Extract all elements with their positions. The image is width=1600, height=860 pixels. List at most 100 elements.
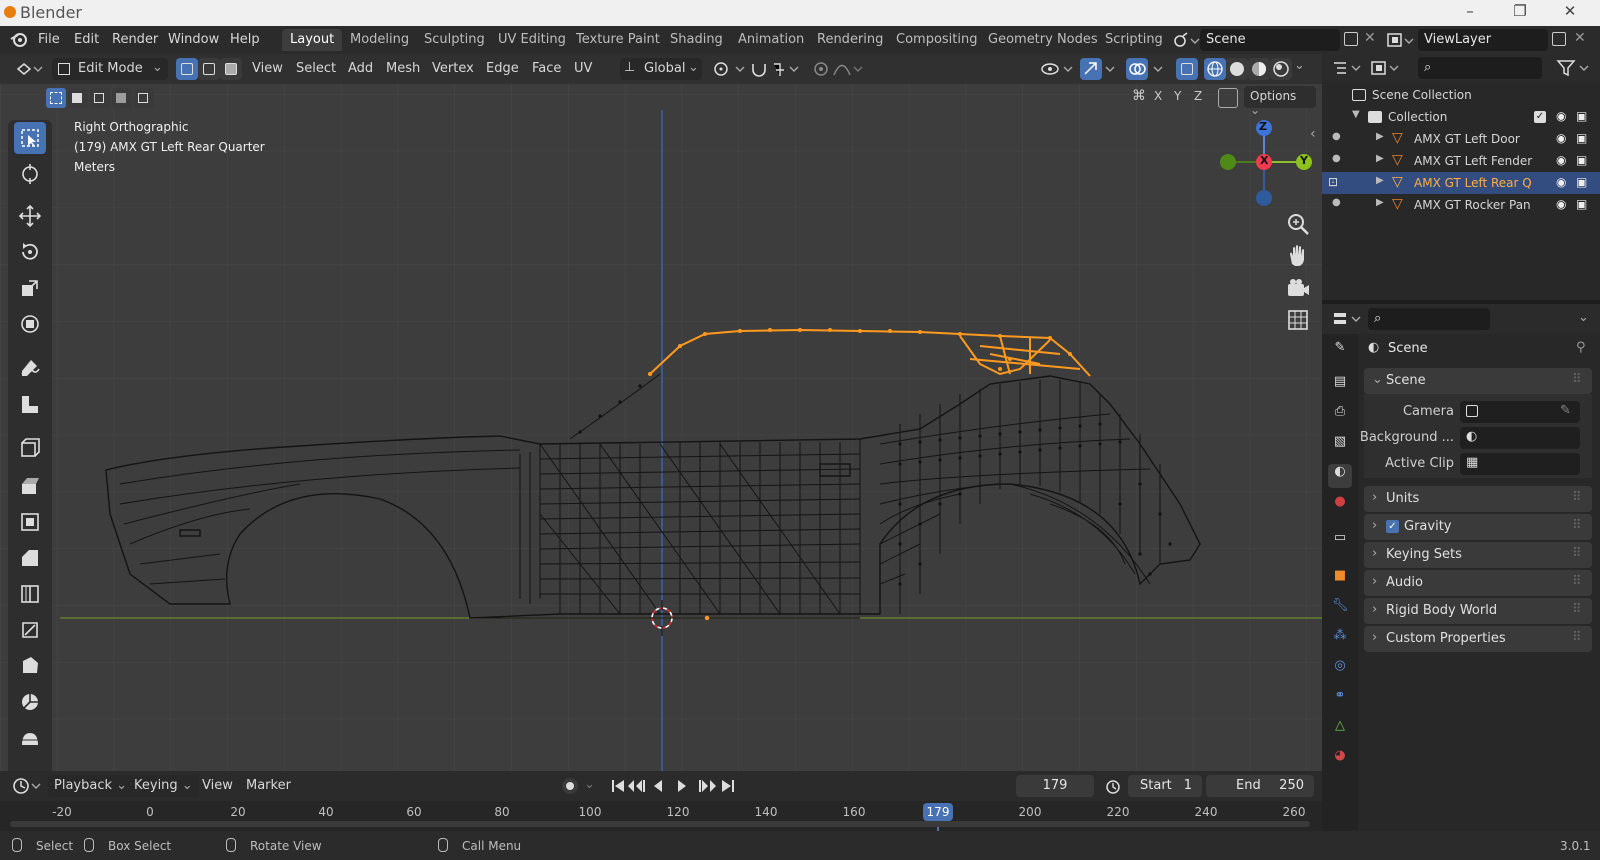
select-new-button[interactable]: [46, 88, 66, 108]
properties-editor-type-icon[interactable]: [1332, 310, 1362, 328]
snap-icon[interactable]: [750, 60, 806, 78]
auto-merge-icon[interactable]: [1218, 88, 1238, 108]
shading-wireframe-button[interactable]: [1204, 58, 1226, 80]
object-tab-icon[interactable]: ■: [1328, 568, 1352, 592]
xray-toggle-button[interactable]: [1176, 58, 1198, 80]
drag-handle-icon[interactable]: ⠿: [1572, 490, 1582, 505]
render-camera-icon[interactable]: ▣: [1576, 197, 1587, 211]
playback-menu[interactable]: Playback ⌄: [48, 775, 134, 797]
shading-solid-button[interactable]: [1226, 58, 1248, 80]
timeline-view-menu[interactable]: View: [196, 775, 239, 797]
drag-handle-icon[interactable]: ⠿: [1572, 518, 1582, 533]
bevel-tool[interactable]: [14, 542, 46, 574]
data-tab-icon[interactable]: △: [1328, 718, 1352, 742]
menu-file[interactable]: File: [38, 32, 60, 47]
add-cube-tool[interactable]: [14, 432, 46, 464]
mirror-z-toggle[interactable]: Z: [1194, 89, 1202, 103]
shading-options-chevron-icon[interactable]: ⌄: [1294, 58, 1305, 73]
mirror-x-toggle[interactable]: X: [1154, 89, 1162, 103]
drag-handle-icon[interactable]: ⠿: [1572, 574, 1582, 589]
visibility-eye-icon[interactable]: ◉: [1556, 175, 1566, 189]
end-frame-field[interactable]: End 250: [1206, 775, 1314, 797]
knife-tool[interactable]: [14, 614, 46, 646]
rigid-body-world-panel-header[interactable]: › Rigid Body World ⠿: [1364, 598, 1592, 624]
material-tab-icon[interactable]: ◕: [1328, 748, 1352, 772]
header-menu-vertex[interactable]: Vertex: [426, 58, 480, 80]
scene-tab-icon[interactable]: ◐: [1328, 464, 1352, 488]
delete-scene-icon[interactable]: ✕: [1364, 30, 1376, 46]
expand-arrow-icon[interactable]: ▶: [1376, 197, 1384, 208]
outliner-search-input[interactable]: ⌕: [1418, 57, 1542, 79]
outliner-row-object[interactable]: ● ▶ ▽ AMX GT Rocker Pan ◉ ▣: [1322, 194, 1600, 216]
header-menu-uv[interactable]: UV: [568, 58, 598, 80]
tab-texture-paint[interactable]: Texture Paint: [568, 29, 668, 51]
visibility-eye-icon[interactable]: ◉: [1556, 197, 1566, 211]
timeline-editor-type-icon[interactable]: [12, 777, 42, 795]
select-box-tool[interactable]: [14, 122, 46, 154]
delete-viewlayer-icon[interactable]: ✕: [1574, 30, 1586, 46]
visibility-eye-icon[interactable]: ◉: [1556, 131, 1566, 145]
overlays-toggle-icon[interactable]: [1126, 58, 1166, 80]
header-menu-add[interactable]: Add: [342, 58, 379, 80]
mirror-options-icon[interactable]: ⌘: [1132, 88, 1152, 106]
viewlayer-name-field[interactable]: ViewLayer: [1418, 29, 1548, 51]
new-scene-icon[interactable]: [1344, 32, 1358, 46]
menu-render[interactable]: Render: [112, 32, 158, 47]
menu-window[interactable]: Window: [168, 32, 219, 47]
tab-rendering[interactable]: Rendering: [809, 29, 891, 51]
collapse-arrow-icon[interactable]: ▼: [1352, 109, 1360, 120]
annotate-tool[interactable]: [14, 352, 46, 384]
vertex-select-mode-button[interactable]: [176, 58, 198, 80]
properties-options-chevron-icon[interactable]: ⌄: [1578, 310, 1589, 325]
camera-view-icon[interactable]: [1284, 274, 1312, 302]
visibility-eye-icon[interactable]: ◉: [1556, 153, 1566, 167]
gizmo-toggle-icon[interactable]: [1080, 58, 1116, 80]
audio-panel-header[interactable]: › Audio ⠿: [1364, 570, 1592, 596]
drag-handle-icon[interactable]: ⠿: [1572, 546, 1582, 561]
outliner-editor-type-icon[interactable]: [1332, 59, 1362, 77]
move-tool[interactable]: [14, 200, 46, 232]
outliner-row-collection[interactable]: ▼ Collection ✓ ◉ ▣: [1322, 106, 1600, 128]
header-menu-edge[interactable]: Edge: [480, 58, 525, 80]
tab-layout[interactable]: Layout: [282, 29, 343, 51]
keying-sets-panel-header[interactable]: › Keying Sets ⠿: [1364, 542, 1592, 568]
scene-panel-header[interactable]: ⌄ Scene ⠿: [1364, 368, 1592, 394]
render-camera-icon[interactable]: ▣: [1576, 131, 1587, 145]
3d-viewport[interactable]: Right Orthographic (179) AMX GT Left Rea…: [0, 84, 1322, 771]
render-camera-icon[interactable]: ▣: [1576, 175, 1587, 189]
close-button[interactable]: ✕: [1550, 2, 1590, 24]
tab-uv-editing[interactable]: UV Editing: [490, 29, 574, 51]
cursor-tool[interactable]: [14, 158, 46, 190]
outliner-row-object[interactable]: ● ▶ ▽ AMX GT Left Fender ◉ ▣: [1322, 150, 1600, 172]
preview-range-icon[interactable]: [1104, 777, 1124, 795]
drag-handle-icon[interactable]: ⠿: [1572, 630, 1582, 645]
header-menu-view[interactable]: View: [246, 58, 289, 80]
header-menu-face[interactable]: Face: [526, 58, 567, 80]
custom-properties-panel-header[interactable]: › Custom Properties ⠿: [1364, 626, 1592, 652]
display-mode-icon[interactable]: [1370, 59, 1400, 77]
units-panel-header[interactable]: › Units ⠿: [1364, 486, 1592, 512]
current-frame-field[interactable]: 179: [1016, 775, 1094, 797]
collection-tab-icon[interactable]: ▭: [1328, 530, 1352, 554]
new-viewlayer-icon[interactable]: [1552, 32, 1566, 46]
timeline-marker-menu[interactable]: Marker: [240, 775, 297, 797]
select-subtract-button[interactable]: [90, 88, 110, 108]
render-camera-icon[interactable]: ▣: [1576, 153, 1587, 167]
world-tab-icon[interactable]: ●: [1328, 494, 1352, 518]
pin-icon[interactable]: ⚲: [1576, 340, 1586, 355]
extrude-region-tool[interactable]: [14, 470, 46, 502]
exclude-checkbox[interactable]: ✓: [1534, 111, 1546, 123]
tab-animation[interactable]: Animation: [730, 29, 812, 51]
mode-dropdown[interactable]: Edit Mode ⌄: [52, 58, 168, 80]
shading-rendered-button[interactable]: [1270, 58, 1292, 80]
drag-handle-icon[interactable]: ⠿: [1572, 372, 1582, 387]
gravity-panel-header[interactable]: › ✓ Gravity ⠿: [1364, 514, 1592, 540]
render-tab-icon[interactable]: ▤: [1328, 374, 1352, 398]
scene-selector-icon[interactable]: [1172, 31, 1200, 49]
tool-tab-icon[interactable]: ✎: [1328, 340, 1352, 364]
menu-help[interactable]: Help: [230, 32, 260, 47]
physics-tab-icon[interactable]: ◎: [1328, 658, 1352, 682]
camera-field[interactable]: ✎: [1460, 401, 1580, 423]
smooth-tool[interactable]: [14, 722, 46, 754]
shading-material-button[interactable]: [1248, 58, 1270, 80]
